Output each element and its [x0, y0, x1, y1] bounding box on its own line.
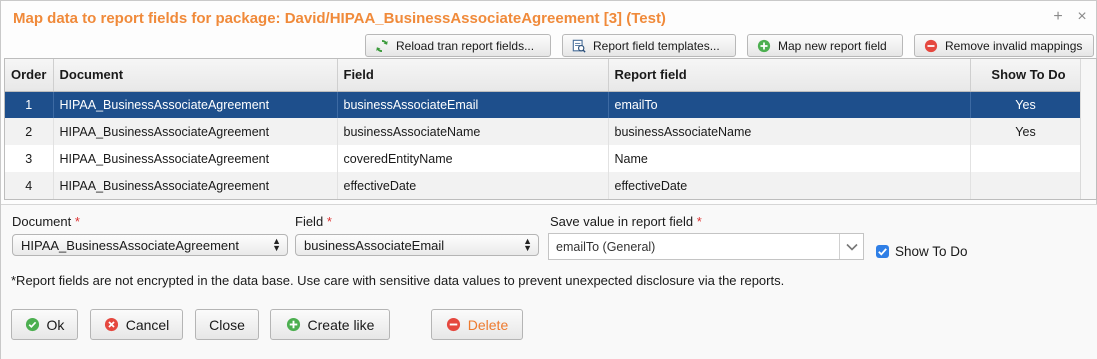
cell-document: HIPAA_BusinessAssociateAgreement: [53, 172, 338, 199]
cell-field: effectiveDate: [337, 172, 609, 199]
x-circle-icon: [104, 317, 118, 332]
create-like-label: Create like: [307, 316, 375, 333]
table-header-row: Order Document Field Report field Show T…: [5, 59, 1082, 92]
cell-field: businessAssociateName: [337, 118, 609, 145]
report-field-combobox[interactable]: emailTo (General): [548, 233, 864, 260]
minus-circle-icon: [924, 39, 938, 52]
cell-report-field: businessAssociateName: [608, 118, 971, 145]
checkmark-icon: [878, 248, 887, 256]
table-row[interactable]: 2 HIPAA_BusinessAssociateAgreement busin…: [5, 118, 1082, 145]
table-row[interactable]: 1 HIPAA_BusinessAssociateAgreement busin…: [5, 91, 1082, 118]
template-icon: [572, 39, 586, 53]
column-header-show-to-do[interactable]: Show To Do: [970, 59, 1082, 92]
report-fields-dialog: Map data to report fields for package: D…: [0, 0, 1097, 359]
document-label: Document *: [12, 214, 80, 229]
cell-document: HIPAA_BusinessAssociateAgreement: [53, 91, 338, 118]
cell-show-to-do: [970, 172, 1082, 199]
minus-circle-icon: [446, 317, 460, 332]
required-mark: *: [74, 214, 80, 229]
reload-tran-report-fields-button[interactable]: Reload tran report fields...: [365, 34, 551, 57]
column-header-document[interactable]: Document: [53, 59, 338, 92]
cell-field: coveredEntityName: [337, 145, 609, 172]
column-header-field[interactable]: Field: [337, 59, 609, 92]
column-header-report-field[interactable]: Report field: [608, 59, 971, 92]
remove-invalid-mappings-button[interactable]: Remove invalid mappings: [914, 34, 1094, 57]
chevron-down-icon: [845, 243, 858, 251]
table-row[interactable]: 3 HIPAA_BusinessAssociateAgreement cover…: [5, 145, 1082, 172]
close-icon[interactable]: ×: [1074, 8, 1090, 26]
required-mark: *: [696, 214, 702, 229]
grid-scrollbar[interactable]: [1080, 59, 1096, 199]
cell-report-field: effectiveDate: [608, 172, 971, 199]
cell-document: HIPAA_BusinessAssociateAgreement: [53, 145, 338, 172]
cell-show-to-do: Yes: [970, 91, 1082, 118]
document-select-value: HIPAA_BusinessAssociateAgreement: [21, 237, 239, 253]
cell-show-to-do: [970, 145, 1082, 172]
cancel-button[interactable]: Cancel: [90, 309, 183, 340]
select-arrows-icon: ▲ ▼: [272, 236, 281, 253]
cell-report-field: emailTo: [608, 91, 971, 118]
delete-label: Delete: [467, 316, 509, 333]
mappings-table: Order Document Field Report field Show T…: [5, 59, 1082, 199]
close-label: Close: [209, 316, 245, 333]
show-to-do-checkbox[interactable]: [876, 245, 889, 258]
show-to-do-label[interactable]: Show To Do: [895, 244, 968, 259]
mappings-grid: Order Document Field Report field Show T…: [4, 58, 1097, 200]
encryption-note: *Report fields are not encrypted in the …: [11, 273, 785, 288]
required-mark: *: [326, 214, 332, 229]
cell-show-to-do: Yes: [970, 118, 1082, 145]
table-row[interactable]: 4 HIPAA_BusinessAssociateAgreement effec…: [5, 172, 1082, 199]
report-field-combobox-value: emailTo (General): [556, 239, 656, 254]
create-like-button[interactable]: Create like: [270, 309, 390, 340]
map-new-report-field-button[interactable]: Map new report field: [747, 34, 903, 57]
remove-invalid-label: Remove invalid mappings: [945, 38, 1083, 53]
dialog-title: Map data to report fields for package: D…: [13, 10, 666, 27]
field-select-value: businessAssociateEmail: [304, 237, 445, 253]
check-circle-icon: [25, 317, 39, 332]
mapping-form: Document * HIPAA_BusinessAssociateAgreem…: [1, 204, 1097, 359]
toolbar: Reload tran report fields... Report fiel…: [1, 34, 1097, 58]
maximize-icon[interactable]: +: [1050, 8, 1066, 26]
cell-order: 3: [5, 145, 54, 172]
select-arrows-icon: ▲ ▼: [523, 236, 532, 253]
plus-circle-icon: [757, 39, 771, 52]
title-bar: Map data to report fields for package: D…: [1, 1, 1097, 34]
field-label: Field *: [295, 214, 332, 229]
column-header-order[interactable]: Order: [5, 59, 54, 92]
report-field-templates-button[interactable]: Report field templates...: [562, 34, 736, 57]
cell-order: 1: [5, 91, 54, 118]
ok-button[interactable]: Ok: [11, 309, 78, 340]
templates-label: Report field templates...: [593, 38, 720, 53]
map-new-label: Map new report field: [778, 38, 887, 53]
save-value-label: Save value in report field *: [550, 214, 702, 229]
cell-order: 2: [5, 118, 54, 145]
delete-button[interactable]: Delete: [431, 309, 523, 340]
document-select[interactable]: HIPAA_BusinessAssociateAgreement ▲ ▼: [12, 234, 288, 256]
cell-report-field: Name: [608, 145, 971, 172]
cell-document: HIPAA_BusinessAssociateAgreement: [53, 118, 338, 145]
cell-order: 4: [5, 172, 54, 199]
close-button[interactable]: Close: [195, 309, 259, 340]
combobox-dropdown-button[interactable]: [839, 234, 863, 259]
cell-field: businessAssociateEmail: [337, 91, 609, 118]
plus-circle-icon: [286, 317, 300, 332]
cancel-label: Cancel: [125, 316, 170, 333]
refresh-icon: [376, 39, 388, 52]
ok-label: Ok: [46, 316, 65, 333]
field-select[interactable]: businessAssociateEmail ▲ ▼: [295, 234, 539, 256]
reload-label: Reload tran report fields...: [396, 38, 535, 53]
